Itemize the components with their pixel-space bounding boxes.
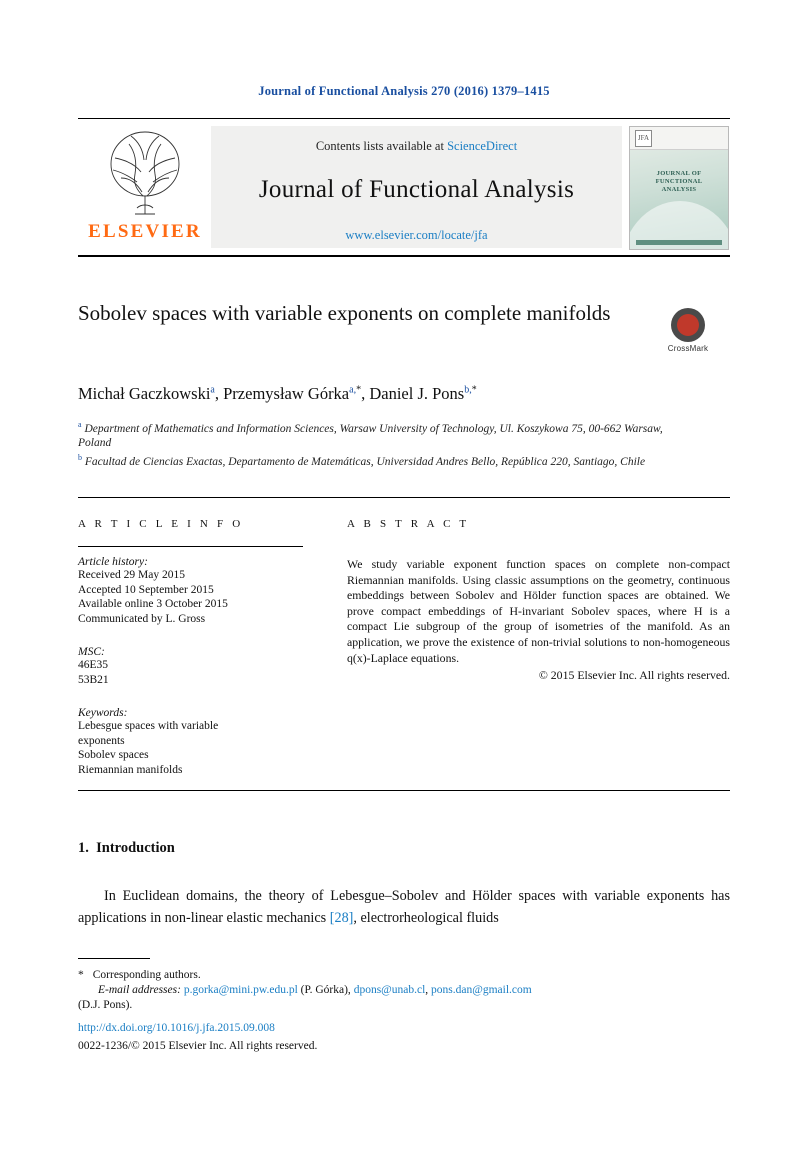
elsevier-logo: ELSEVIER bbox=[82, 124, 208, 250]
section-heading: 1. Introduction bbox=[78, 840, 175, 857]
abstract-text: We study variable exponent function spac… bbox=[347, 557, 730, 665]
elsevier-tree-icon bbox=[110, 131, 180, 215]
contents-line: Contents lists available at ScienceDirec… bbox=[211, 126, 622, 154]
history-accepted: Accepted 10 September 2015 bbox=[78, 583, 214, 596]
crossmark-badge[interactable]: CrossMark bbox=[646, 308, 730, 353]
cover-bottom-bar bbox=[636, 240, 722, 245]
article-info-heading: A R T I C L E I N F O bbox=[78, 518, 244, 530]
journal-url-link[interactable]: www.elsevier.com/locate/jfa bbox=[345, 228, 487, 242]
affiliation-a: a Department of Mathematics and Informat… bbox=[78, 418, 698, 451]
msc-code-1: 46E35 bbox=[78, 659, 109, 671]
abstract-heading: A B S T R A C T bbox=[347, 518, 470, 530]
masthead-top-rule bbox=[78, 118, 730, 119]
msc-code-2: 53B21 bbox=[78, 673, 109, 686]
cover-title-line-3: ANALYSIS bbox=[661, 186, 697, 193]
citation-28-link[interactable]: [28] bbox=[330, 910, 354, 926]
affiliation-b: b Facultad de Ciencias Exactas, Departam… bbox=[78, 451, 698, 469]
paper-page: Journal of Functional Analysis 270 (2016… bbox=[0, 0, 808, 1162]
info-spacer-1 bbox=[78, 626, 308, 637]
journal-url[interactable]: www.elsevier.com/locate/jfa bbox=[211, 228, 622, 243]
issn-copyright: 0022-1236/© 2015 Elsevier Inc. All right… bbox=[78, 1040, 318, 1052]
elsevier-wordmark: ELSEVIER bbox=[88, 221, 202, 242]
cover-badge: JFA bbox=[635, 130, 652, 147]
contents-prefix: Contents lists available at bbox=[315, 139, 444, 153]
title-block: Sobolev spaces with variable exponents o… bbox=[78, 300, 638, 327]
keyword-2: Sobolev spaces bbox=[78, 749, 149, 761]
masthead-bottom-rule bbox=[78, 255, 730, 257]
history-received: Received 29 May 2015 bbox=[78, 569, 185, 581]
keywords-label: Keywords: bbox=[78, 707, 128, 719]
affiliation-text-a: Department of Mathematics and Informatio… bbox=[78, 422, 663, 450]
email-link-gorka[interactable]: p.gorka@mini.pw.edu.pl bbox=[184, 984, 298, 996]
page-title: Sobolev spaces with variable exponents o… bbox=[78, 301, 611, 325]
affiliation-rule bbox=[78, 497, 730, 498]
masthead-center: Contents lists available at ScienceDirec… bbox=[211, 126, 622, 248]
affiliation-marker-a: a bbox=[78, 420, 82, 429]
doi-line[interactable]: http://dx.doi.org/10.1016/j.jfa.2015.09.… bbox=[78, 1022, 275, 1034]
affiliation-marker-b: b bbox=[78, 452, 82, 462]
history-communicated: Communicated by L. Gross bbox=[78, 612, 206, 625]
corresponding-author-note: * Corresponding authors. bbox=[78, 968, 730, 983]
author-list: Michał Gaczkowskia, Przemysław Górkaa,*,… bbox=[78, 384, 718, 404]
masthead: ELSEVIER Contents lists available at Sci… bbox=[78, 118, 730, 257]
email-label: E-mail addresses: bbox=[98, 984, 181, 996]
doi-link[interactable]: http://dx.doi.org/10.1016/j.jfa.2015.09.… bbox=[78, 1022, 275, 1034]
affiliations: a Department of Mathematics and Informat… bbox=[78, 418, 698, 469]
article-info-column: A R T I C L E I N F O Article history: R… bbox=[78, 518, 308, 777]
section-number: 1. bbox=[78, 840, 89, 856]
history-available: Available online 3 October 2015 bbox=[78, 598, 228, 610]
keyword-3: Riemannian manifolds bbox=[78, 763, 183, 776]
email-tail: (D.J. Pons). bbox=[78, 999, 133, 1011]
email-link-pons-gmail[interactable]: pons.dan@gmail.com bbox=[431, 984, 532, 996]
email-link-pons-unab[interactable]: dpons@unab.cl bbox=[354, 984, 426, 996]
keyword-1a: Lebesgue spaces with variable bbox=[78, 720, 219, 732]
abstract-column: A B S T R A C T We study variable expone… bbox=[347, 518, 730, 683]
info-spacer-2 bbox=[78, 687, 308, 698]
journal-title: Journal of Functional Analysis bbox=[258, 176, 575, 203]
article-info-rule bbox=[78, 546, 303, 547]
intro-text-post: , electrorheological fluids bbox=[353, 910, 499, 926]
email-sep-1: , bbox=[425, 984, 429, 996]
crossmark-icon[interactable] bbox=[671, 308, 705, 342]
journal-reference: Journal of Functional Analysis 270 (2016… bbox=[258, 84, 550, 98]
affiliation-text-b: Facultad de Ciencias Exactas, Departamen… bbox=[84, 455, 646, 468]
footnotes: * Corresponding authors. E-mail addresses… bbox=[78, 958, 730, 1013]
section-title: Introduction bbox=[96, 840, 175, 856]
authors-text: Michał Gaczkowskia, Przemysław Górkaa,*,… bbox=[78, 384, 477, 403]
sciencedirect-link[interactable]: ScienceDirect bbox=[447, 139, 517, 153]
crossmark-inner-circle bbox=[677, 314, 699, 336]
abstract-copyright: © 2015 Elsevier Inc. All rights reserved… bbox=[538, 668, 730, 683]
keyword-1b: exponents bbox=[78, 734, 125, 747]
cover-header-band: JFA bbox=[630, 127, 728, 150]
email-line: E-mail addresses: p.gorka@mini.pw.edu.pl… bbox=[78, 983, 730, 998]
msc-label: MSC: bbox=[78, 646, 105, 658]
cover-title-line-1: JOURNAL OF bbox=[656, 170, 702, 177]
corresponding-text: Corresponding authors. bbox=[92, 969, 201, 981]
article-history-label: Article history: bbox=[78, 556, 148, 568]
asterisk-marker: * bbox=[78, 969, 84, 981]
cover-title-line-2: FUNCTIONAL bbox=[655, 178, 703, 185]
crossmark-label: CrossMark bbox=[667, 344, 709, 353]
email-owner-gorka: (P. Górka), bbox=[297, 984, 351, 996]
footnote-rule bbox=[78, 958, 150, 959]
cover-title: JOURNAL OF FUNCTIONAL ANALYSIS bbox=[630, 170, 728, 194]
journal-cover-thumbnail: JFA JOURNAL OF FUNCTIONAL ANALYSIS bbox=[629, 126, 729, 250]
abstract-bottom-rule bbox=[78, 790, 730, 791]
intro-paragraph: In Euclidean domains, the theory of Lebe… bbox=[78, 885, 730, 929]
